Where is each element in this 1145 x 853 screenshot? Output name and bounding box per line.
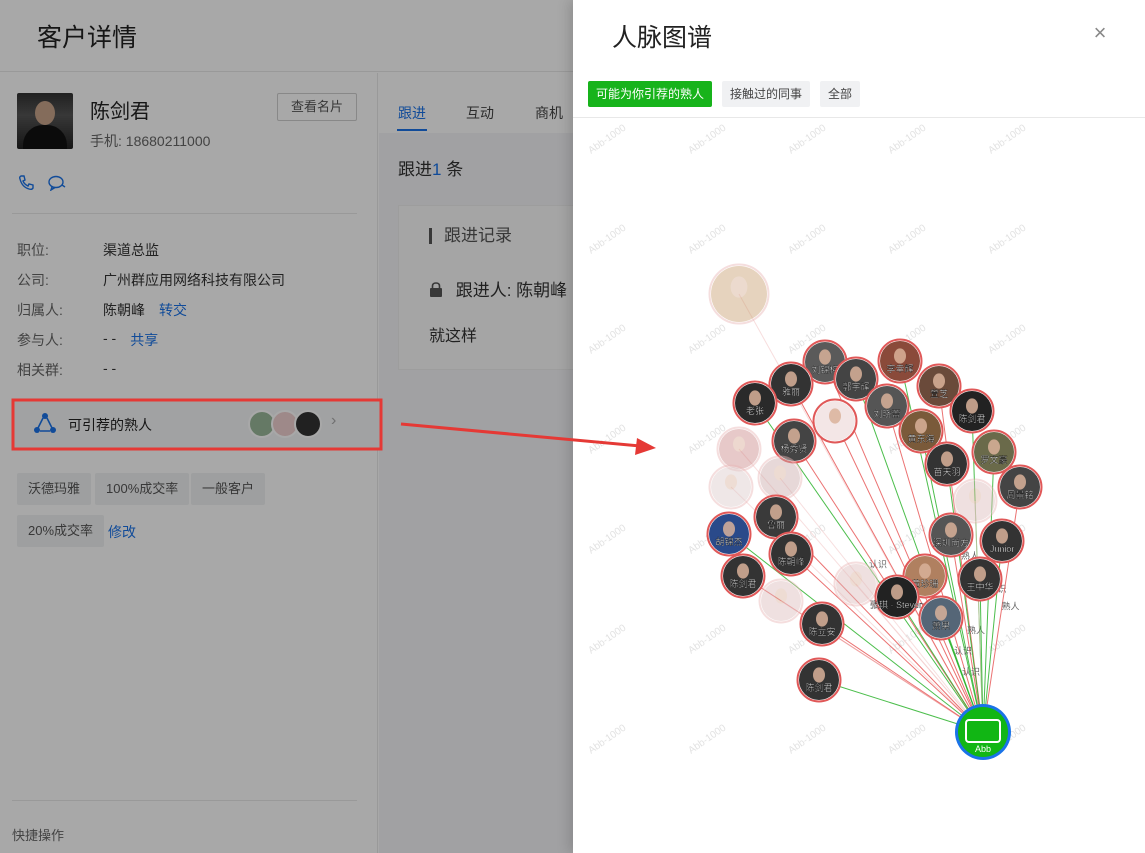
graph-node[interactable] xyxy=(716,426,762,472)
graph-node[interactable]: 周景铭 xyxy=(997,464,1043,510)
graph-node-label: 陈剑君 xyxy=(729,578,756,589)
watermark: Abb-1000 xyxy=(986,622,1028,656)
graph-node[interactable]: 陈立安 xyxy=(799,601,845,647)
edge-label: 认识 xyxy=(954,645,972,656)
watermark: Abb-1000 xyxy=(986,122,1028,156)
drawer-title: 人脉图谱 xyxy=(612,24,713,52)
watermark: Abb-1000 xyxy=(586,122,628,156)
watermark: Abb-1000 xyxy=(886,122,928,156)
graph-node[interactable]: 老张 xyxy=(732,380,778,426)
modal-mask[interactable] xyxy=(0,0,573,853)
watermark: Abb-1000 xyxy=(686,122,728,156)
graph-node[interactable] xyxy=(812,398,858,444)
graph-node[interactable] xyxy=(708,464,754,510)
graph-node[interactable] xyxy=(758,578,804,624)
graph-node-label: 陈立安 xyxy=(808,626,835,637)
watermark: Abb-1000 xyxy=(886,222,928,256)
filter-all[interactable]: 全部 xyxy=(820,81,861,107)
graph-node-label: 杨秀贤 xyxy=(780,443,807,454)
graph-node[interactable]: 王中华 xyxy=(957,556,1003,602)
graph-node-label: 黄东海 xyxy=(907,433,934,444)
graph-node-label: Junior xyxy=(990,544,1015,554)
graph-node[interactable]: 陈剑君 xyxy=(796,657,842,703)
watermark: Abb-1000 xyxy=(986,322,1028,356)
watermark: Abb-1000 xyxy=(586,322,628,356)
graph-node-label: 张琪 · Steven xyxy=(870,599,924,610)
network-graph-drawer: 人脉图谱 × 可能为你引荐的熟人 接触过的同事 全部 Abb-1000 Abb-1… xyxy=(573,0,1145,853)
center-node-label: Abb xyxy=(975,744,991,754)
graph-node[interactable]: 李幸辉 xyxy=(877,338,923,384)
graph-node-label: 陈剑君 xyxy=(805,682,832,693)
graph-node-label: 郭宇辉 xyxy=(842,381,869,392)
graph-node[interactable] xyxy=(757,455,803,501)
close-icon[interactable]: × xyxy=(1089,22,1111,44)
filter-bar: 可能为你引荐的熟人 接触过的同事 全部 xyxy=(573,72,1145,118)
watermark: Abb-1000 xyxy=(786,222,828,256)
watermark: Abb-1000 xyxy=(786,722,828,756)
graph-node-label: 深圳尚方 xyxy=(933,537,969,548)
graph-node[interactable]: 罗文豪 xyxy=(971,429,1017,475)
filter-recommend-acquaintances[interactable]: 可能为你引荐的熟人 xyxy=(588,81,713,107)
graph-node-label: 王中华 xyxy=(966,581,993,592)
center-node[interactable]: Abb xyxy=(955,704,1011,760)
watermark: Abb-1000 xyxy=(586,522,628,556)
graph-node[interactable]: 陈剑君 xyxy=(720,553,766,599)
graph-node-label: 萧果 xyxy=(932,620,950,631)
graph-node-label: 李幸辉 xyxy=(886,363,913,374)
graph-node-label: 老张 xyxy=(746,405,764,416)
graph-node-label: 鲁丽 xyxy=(767,519,785,530)
watermark: Abb-1000 xyxy=(586,722,628,756)
graph-node-label: 胡锦杰 xyxy=(715,536,742,547)
graph-node[interactable]: 胡锦杰 xyxy=(706,511,752,557)
graph-node-label: 刘晓蕾 xyxy=(873,408,900,419)
graph-node-label: 苗天羽 xyxy=(933,467,960,477)
edge-label: 熟人 xyxy=(1002,601,1020,612)
graph-node-label: 陈剑君 xyxy=(958,413,985,424)
watermark: Abb-1000 xyxy=(986,222,1028,256)
watermark: Abb-1000 xyxy=(586,422,628,456)
watermark: Abb-1000 xyxy=(786,122,828,156)
graph-node[interactable]: 陈剑君 xyxy=(949,388,995,434)
graph-node-label: 周景铭 xyxy=(1006,489,1033,500)
graph-node-label: 陈朝峰 xyxy=(777,556,804,567)
graph-node-label: 萱芝 xyxy=(930,388,948,399)
filter-contacted-colleagues[interactable]: 接触过的同事 xyxy=(722,81,811,107)
graph-node[interactable] xyxy=(708,263,770,325)
graph-node[interactable]: Junior xyxy=(979,518,1025,564)
watermark: Abb-1000 xyxy=(686,322,728,356)
watermark: Abb-1000 xyxy=(886,722,928,756)
graph-node-label: 雅丽 xyxy=(782,386,800,397)
graph-node-label: 罗文豪 xyxy=(980,454,1007,465)
graph-node[interactable]: 深圳尚方 xyxy=(928,512,974,558)
graph-node[interactable]: 萧果 xyxy=(918,595,964,641)
edge-label: 认识 xyxy=(962,666,980,677)
network-graph[interactable]: Abb-1000 Abb-1000 Abb-1000 Abb-1000 Abb-1000… xyxy=(573,119,1145,853)
watermark: Abb-1000 xyxy=(686,622,728,656)
graph-node[interactable]: 陈朝峰 xyxy=(768,531,814,577)
watermark: Abb-1000 xyxy=(686,222,728,256)
edge-label: 熟人 xyxy=(967,625,985,636)
watermark: Abb-1000 xyxy=(686,722,728,756)
watermark: Abb-1000 xyxy=(586,222,628,256)
graph-node[interactable]: 苗天羽 xyxy=(924,441,970,487)
watermark: Abb-1000 xyxy=(586,622,628,656)
